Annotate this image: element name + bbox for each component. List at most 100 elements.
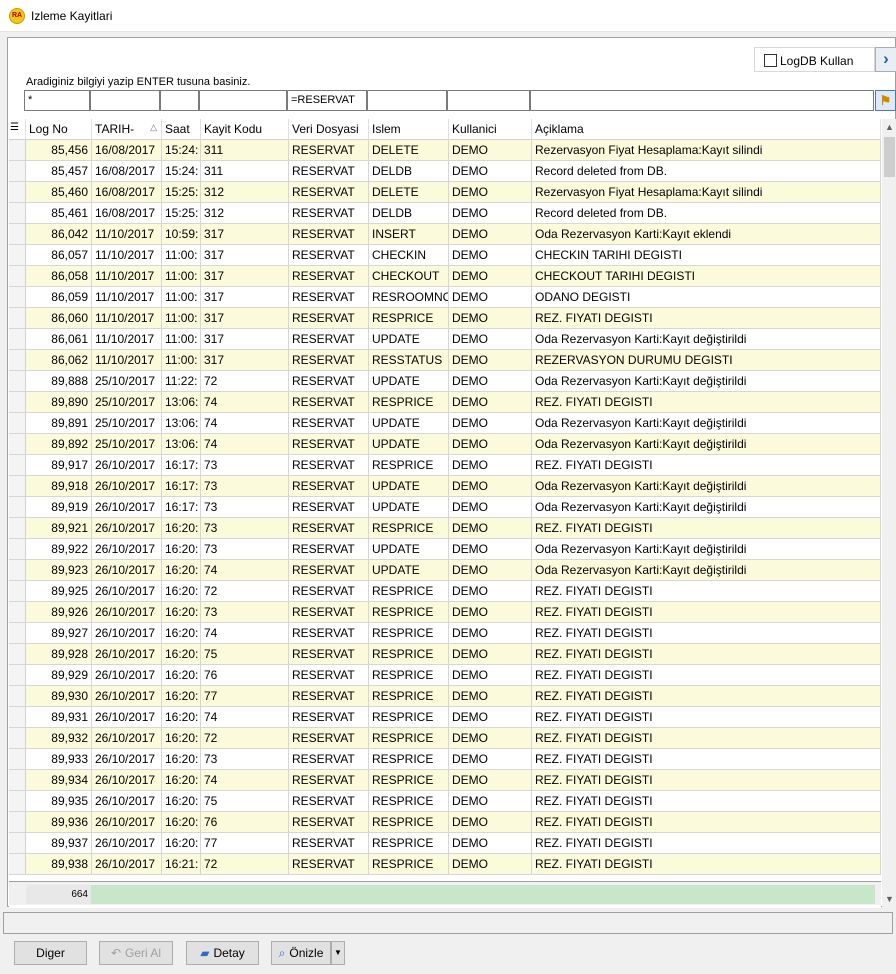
cell-aciklama[interactable]: Oda Rezervasyon Karti:Kayıt değiştirildi	[532, 329, 881, 349]
cell-aciklama[interactable]: CHECKIN TARIHI DEGISTI	[532, 245, 881, 265]
cell-kullanici[interactable]: DEMO	[449, 686, 532, 706]
row-indicator[interactable]	[9, 560, 26, 580]
cell-saat[interactable]: 16:20:	[162, 539, 201, 559]
cell-tarih[interactable]: 26/10/2017	[92, 455, 162, 475]
logdb-checkbox[interactable]	[764, 54, 777, 67]
cell-islem[interactable]: RESPRICE	[369, 602, 449, 622]
cell-kullanici[interactable]: DEMO	[449, 140, 532, 160]
cell-saat[interactable]: 11:00:	[162, 266, 201, 286]
cell-log-no[interactable]: 89,919	[26, 497, 92, 517]
table-row[interactable]: 86,060 11/10/2017 11:00: 317 RESERVAT RESPRIC…	[9, 308, 881, 329]
logdb-toggle[interactable]: LogDB Kullan	[754, 47, 875, 72]
cell-aciklama[interactable]: Record deleted from DB.	[532, 161, 881, 181]
filter-icon[interactable]: ⚑	[875, 90, 896, 111]
cell-aciklama[interactable]: Oda Rezervasyon Karti:Kayıt eklendi	[532, 224, 881, 244]
cell-kayit-kodu[interactable]: 317	[201, 329, 289, 349]
cell-veri-dosyasi[interactable]: RESERVAT	[289, 245, 369, 265]
cell-islem[interactable]: RESPRICE	[369, 455, 449, 475]
cell-log-no[interactable]: 89,937	[26, 833, 92, 853]
cell-islem[interactable]: UPDATE	[369, 413, 449, 433]
cell-aciklama[interactable]: REZ. FIYATI DEGISTI	[532, 812, 881, 832]
cell-saat[interactable]: 16:20:	[162, 623, 201, 643]
cell-veri-dosyasi[interactable]: RESERVAT	[289, 833, 369, 853]
table-row[interactable]: 89,936 26/10/2017 16:20: 76 RESERVAT RESPRICE…	[9, 812, 881, 833]
cell-veri-dosyasi[interactable]: RESERVAT	[289, 182, 369, 202]
cell-aciklama[interactable]: REZ. FIYATI DEGISTI	[532, 833, 881, 853]
row-indicator[interactable]	[9, 728, 26, 748]
row-indicator[interactable]	[9, 707, 26, 727]
cell-saat[interactable]: 11:00:	[162, 287, 201, 307]
cell-saat[interactable]: 16:20:	[162, 728, 201, 748]
cell-tarih[interactable]: 26/10/2017	[92, 560, 162, 580]
cell-saat[interactable]: 15:24:	[162, 161, 201, 181]
row-indicator[interactable]	[9, 287, 26, 307]
cell-kayit-kodu[interactable]: 72	[201, 854, 289, 874]
cell-veri-dosyasi[interactable]: RESERVAT	[289, 686, 369, 706]
cell-log-no[interactable]: 86,061	[26, 329, 92, 349]
filter-islem[interactable]	[367, 90, 447, 111]
cell-saat[interactable]: 16:17:	[162, 497, 201, 517]
cell-islem[interactable]: RESPRICE	[369, 392, 449, 412]
cell-veri-dosyasi[interactable]: RESERVAT	[289, 581, 369, 601]
cell-saat[interactable]: 16:20:	[162, 560, 201, 580]
cell-log-no[interactable]: 89,936	[26, 812, 92, 832]
cell-log-no[interactable]: 86,042	[26, 224, 92, 244]
cell-log-no[interactable]: 89,926	[26, 602, 92, 622]
cell-log-no[interactable]: 85,456	[26, 140, 92, 160]
cell-islem[interactable]: RESSTATUS	[369, 350, 449, 370]
diger-button[interactable]: Diger	[14, 941, 87, 965]
col-kayit-kodu[interactable]: Kayit Kodu	[201, 119, 289, 140]
cell-log-no[interactable]: 89,927	[26, 623, 92, 643]
chevron-down-icon[interactable]: ▼	[331, 941, 345, 965]
cell-tarih[interactable]: 26/10/2017	[92, 770, 162, 790]
cell-kayit-kodu[interactable]: 312	[201, 203, 289, 223]
col-islem[interactable]: Islem	[369, 119, 449, 140]
table-row[interactable]: 89,928 26/10/2017 16:20: 75 RESERVAT RESPRICE…	[9, 644, 881, 665]
cell-veri-dosyasi[interactable]: RESERVAT	[289, 854, 369, 874]
filter-tarih[interactable]	[90, 90, 160, 111]
cell-tarih[interactable]: 11/10/2017	[92, 224, 162, 244]
cell-islem[interactable]: UPDATE	[369, 560, 449, 580]
cell-saat[interactable]: 16:20:	[162, 686, 201, 706]
cell-kayit-kodu[interactable]: 312	[201, 182, 289, 202]
table-row[interactable]: 85,460 16/08/2017 15:25: 312 RESERVAT DELETE D…	[9, 182, 881, 203]
cell-aciklama[interactable]: REZ. FIYATI DEGISTI	[532, 707, 881, 727]
cell-tarih[interactable]: 26/10/2017	[92, 497, 162, 517]
cell-kayit-kodu[interactable]: 317	[201, 224, 289, 244]
cell-saat[interactable]: 13:06:	[162, 392, 201, 412]
cell-saat[interactable]: 13:06:	[162, 434, 201, 454]
cell-kullanici[interactable]: DEMO	[449, 707, 532, 727]
cell-kullanici[interactable]: DEMO	[449, 791, 532, 811]
cell-log-no[interactable]: 85,461	[26, 203, 92, 223]
row-indicator[interactable]	[9, 161, 26, 181]
cell-log-no[interactable]: 89,891	[26, 413, 92, 433]
row-indicator[interactable]	[9, 455, 26, 475]
column-chooser-icon[interactable]: ☰	[9, 119, 26, 140]
cell-kayit-kodu[interactable]: 74	[201, 413, 289, 433]
cell-log-no[interactable]: 89,929	[26, 665, 92, 685]
cell-veri-dosyasi[interactable]: RESERVAT	[289, 728, 369, 748]
cell-tarih[interactable]: 16/08/2017	[92, 161, 162, 181]
cell-kayit-kodu[interactable]: 76	[201, 812, 289, 832]
row-indicator[interactable]	[9, 812, 26, 832]
cell-log-no[interactable]: 89,935	[26, 791, 92, 811]
table-row[interactable]: 89,938 26/10/2017 16:21: 72 RESERVAT RESPRICE…	[9, 854, 881, 875]
cell-kayit-kodu[interactable]: 73	[201, 602, 289, 622]
cell-saat[interactable]: 11:00:	[162, 350, 201, 370]
cell-aciklama[interactable]: Oda Rezervasyon Karti:Kayıt değiştirildi	[532, 476, 881, 496]
row-indicator[interactable]	[9, 329, 26, 349]
cell-tarih[interactable]: 16/08/2017	[92, 140, 162, 160]
cell-islem[interactable]: UPDATE	[369, 329, 449, 349]
cell-saat[interactable]: 16:20:	[162, 518, 201, 538]
cell-veri-dosyasi[interactable]: RESERVAT	[289, 371, 369, 391]
row-indicator[interactable]	[9, 182, 26, 202]
cell-tarih[interactable]: 16/08/2017	[92, 182, 162, 202]
cell-kullanici[interactable]: DEMO	[449, 434, 532, 454]
cell-veri-dosyasi[interactable]: RESERVAT	[289, 434, 369, 454]
cell-kullanici[interactable]: DEMO	[449, 728, 532, 748]
filter-veri-dosyasi[interactable]: =RESERVAT	[287, 90, 367, 111]
table-row[interactable]: 89,926 26/10/2017 16:20: 73 RESERVAT RESPRICE…	[9, 602, 881, 623]
cell-kayit-kodu[interactable]: 311	[201, 161, 289, 181]
cell-log-no[interactable]: 89,918	[26, 476, 92, 496]
cell-islem[interactable]: DELETE	[369, 140, 449, 160]
